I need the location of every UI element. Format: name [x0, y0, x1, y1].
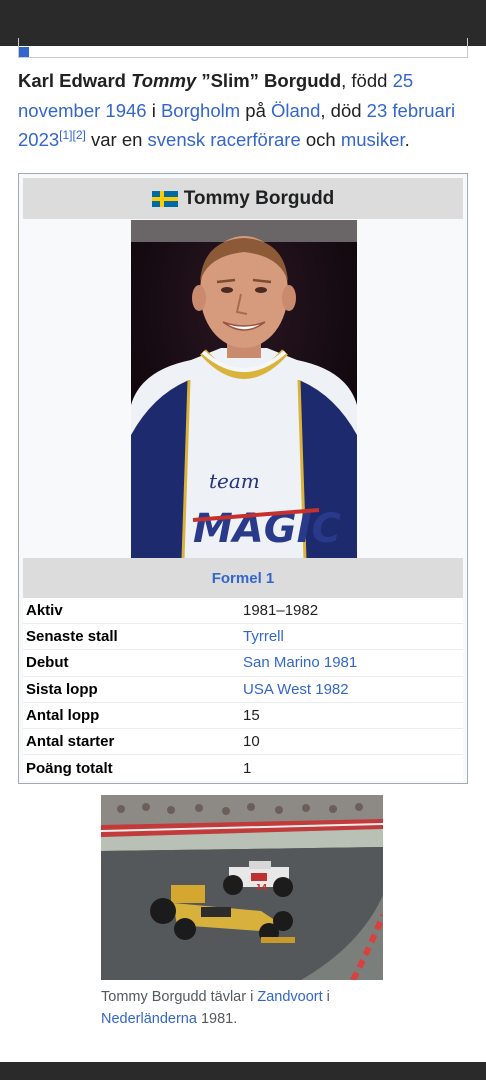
team-link[interactable]: Tyrrell [243, 628, 463, 645]
infobox-row-points: Poäng totalt 1 [23, 755, 463, 782]
lead-text: . [404, 129, 410, 150]
infobox-row-debut: Debut San Marino 1981 [23, 650, 463, 677]
navigation-bar [0, 1062, 486, 1080]
infobox-row-races: Antal lopp 15 [23, 702, 463, 729]
infobox-row-last-race: Sista lopp USA West 1982 [23, 676, 463, 703]
lead-text: , född [341, 70, 393, 91]
reference-1-link[interactable]: [1] [59, 128, 72, 142]
lead-text: var en [85, 129, 148, 150]
lead-text: och [300, 129, 341, 150]
row-key: Sista lopp [26, 680, 98, 698]
portrait-logo-script: team [209, 469, 260, 493]
row-key: Antal lopp [26, 706, 100, 724]
infobox-row-starts: Antal starter 10 [23, 728, 463, 756]
infobox-section-header[interactable]: Formel 1 [23, 558, 463, 598]
row-key: Poäng totalt [26, 759, 113, 777]
debut-link[interactable]: San Marino 1981 [243, 654, 463, 671]
lead-name-italic: Tommy [131, 70, 197, 91]
last-race-link[interactable]: USA West 1982 [243, 681, 463, 698]
car-number: 14 [256, 883, 268, 892]
birth-island-link[interactable]: Öland [271, 100, 320, 121]
occupation-musician-link[interactable]: musiker [341, 129, 405, 150]
lead-name-part1: Karl Edward [18, 70, 132, 91]
infobox: Tommy Borgudd team MAGIC Formel 1 Aktiv … [18, 173, 468, 784]
infobox-rows: Aktiv 1981–1982 Senaste stall Tyrrell De… [23, 598, 463, 782]
caption-text: i [322, 989, 330, 1005]
lead-paragraph: Karl Edward Tommy ”Slim” Borgudd, född 2… [18, 66, 470, 155]
netherlands-link[interactable]: Nederländerna [101, 1011, 197, 1027]
caption-text: 1981. [196, 1011, 238, 1027]
row-key: Aktiv [26, 602, 63, 620]
row-value: 10 [243, 733, 260, 751]
row-value: 15 [243, 706, 260, 724]
previous-box-edge [18, 38, 468, 58]
row-key: Senaste stall [26, 628, 118, 646]
row-key: Antal starter [26, 733, 115, 751]
lead-name-part2: ”Slim” Borgudd [196, 70, 342, 91]
section-title[interactable]: Formel 1 [212, 570, 275, 587]
lead-text: i [146, 99, 161, 121]
row-value: 1981–1982 [243, 602, 319, 620]
infobox-title: Tommy Borgudd [23, 178, 463, 219]
infobox-row-active: Aktiv 1981–1982 [23, 598, 463, 625]
caption-text: Tommy Borgudd tävlar i [101, 989, 258, 1005]
row-key: Debut [26, 654, 69, 672]
portrait-image[interactable]: team MAGIC [131, 220, 357, 559]
sweden-flag-icon [151, 190, 178, 207]
figure-caption: Tommy Borgudd tävlar i Zandvoort i Neder… [101, 986, 391, 1030]
race-photo[interactable]: 14 [101, 795, 383, 980]
lead-text: , död [320, 99, 367, 121]
reference-2-link[interactable]: [2] [73, 128, 86, 142]
infobox-row-team: Senaste stall Tyrrell [23, 624, 463, 651]
row-value: 1 [243, 759, 252, 777]
birth-place-link[interactable]: Borgholm [161, 100, 240, 121]
zandvoort-link[interactable]: Zandvoort [257, 989, 322, 1005]
occupation-racing-link[interactable]: svensk racerförare [148, 129, 301, 150]
box-marker [19, 47, 29, 57]
infobox-title-text: Tommy Borgudd [183, 187, 335, 209]
lead-text: på [240, 99, 271, 121]
